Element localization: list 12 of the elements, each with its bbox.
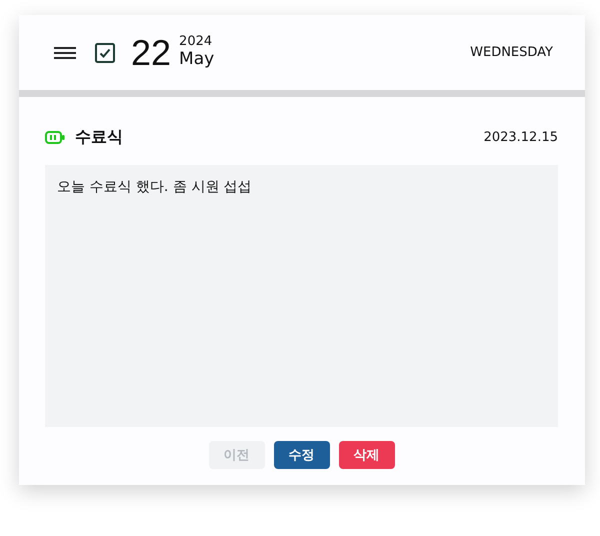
year-label: 2024	[179, 35, 214, 50]
entry-body: 오늘 수료식 했다. 좀 시원 섭섭	[45, 165, 558, 427]
month-label: May	[179, 50, 214, 70]
weekday-label: WEDNESDAY	[470, 45, 553, 60]
checkbox[interactable]	[95, 42, 115, 62]
day-number: 22	[131, 32, 172, 74]
action-button[interactable]: 수정	[274, 441, 330, 469]
menu-icon[interactable]	[54, 46, 76, 58]
entry-date: 2023.12.15	[484, 130, 558, 145]
entry-title: 수료식	[75, 127, 123, 148]
battery-icon	[45, 131, 65, 144]
action-button[interactable]: 삭제	[338, 441, 394, 469]
